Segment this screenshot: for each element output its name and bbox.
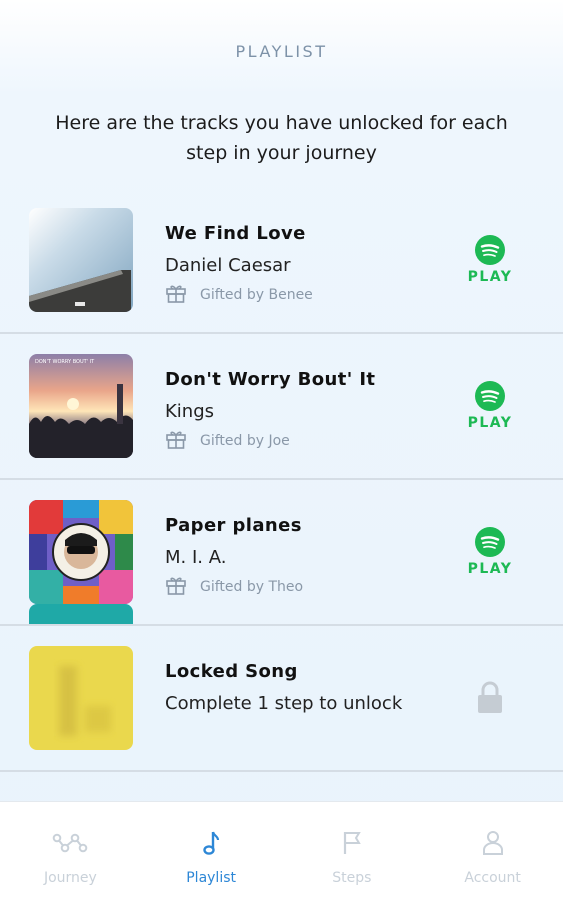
tab-playlist[interactable]: Playlist	[141, 802, 282, 900]
unlock-hint: Complete 1 step to unlock	[165, 693, 403, 714]
gift-icon	[165, 574, 187, 600]
gift-icon	[165, 428, 187, 454]
locked-album-art	[29, 646, 133, 750]
track-artist: Daniel Caesar	[165, 255, 291, 276]
track-title: Don't Worry Bout' It	[165, 369, 376, 390]
track-row[interactable]: We Find Love Daniel Caesar Gifted by Ben…	[0, 188, 563, 334]
lock-icon	[476, 680, 504, 714]
gifted-by-label: Gifted by Joe	[200, 433, 290, 449]
gifted-by: Gifted by Joe	[165, 430, 290, 452]
tab-journey[interactable]: Journey	[0, 802, 141, 900]
tab-label: Playlist	[186, 870, 236, 886]
gifted-by-label: Gifted by Theo	[200, 579, 304, 595]
music-note-icon	[193, 830, 229, 860]
gifted-by: Gifted by Theo	[165, 576, 303, 598]
play-button[interactable]: PLAY	[466, 234, 514, 285]
locked-track-row: Locked Song Complete 1 step to unlock	[0, 626, 563, 772]
spotify-icon	[466, 380, 514, 412]
playlist-screen: PLAYLIST Here are the tracks you have un…	[0, 0, 563, 900]
track-artist: M. I. A.	[165, 547, 227, 568]
spotify-icon	[466, 526, 514, 558]
gift-icon	[165, 282, 187, 308]
next-album-art-peek	[29, 604, 133, 624]
person-icon	[475, 830, 511, 860]
track-artist: Kings	[165, 401, 215, 422]
tab-steps[interactable]: Steps	[282, 802, 423, 900]
spotify-icon	[466, 234, 514, 266]
album-art	[29, 500, 133, 604]
gifted-by-label: Gifted by Benee	[200, 287, 313, 303]
page-title: PLAYLIST	[235, 42, 328, 61]
track-title: Locked Song	[165, 661, 298, 682]
play-button[interactable]: PLAY	[466, 380, 514, 431]
track-title: We Find Love	[165, 223, 306, 244]
album-art	[29, 208, 133, 312]
journey-icon	[52, 830, 88, 860]
track-title: Paper planes	[165, 515, 302, 536]
flag-icon	[334, 830, 370, 860]
svg-text:DON'T WORRY BOUT' IT: DON'T WORRY BOUT' IT	[35, 359, 95, 365]
intro-text: Here are the tracks you have unlocked fo…	[55, 112, 508, 164]
tab-label: Journey	[43, 870, 97, 886]
tab-label: Steps	[332, 870, 372, 886]
track-list: We Find Love Daniel Caesar Gifted by Ben…	[0, 188, 563, 772]
tab-label: Account	[464, 870, 521, 886]
play-label: PLAY	[467, 561, 513, 577]
play-label: PLAY	[467, 269, 513, 285]
album-art: DON'T WORRY BOUT' IT	[29, 354, 133, 458]
bottom-tab-bar: Journey Playlist Steps Account	[0, 801, 563, 900]
play-button[interactable]: PLAY	[466, 526, 514, 577]
track-row[interactable]: DON'T WORRY BOUT' IT Don't Worry Bout' I…	[0, 334, 563, 480]
play-label: PLAY	[467, 415, 513, 431]
tab-account[interactable]: Account	[422, 802, 563, 900]
gifted-by: Gifted by Benee	[165, 284, 313, 306]
